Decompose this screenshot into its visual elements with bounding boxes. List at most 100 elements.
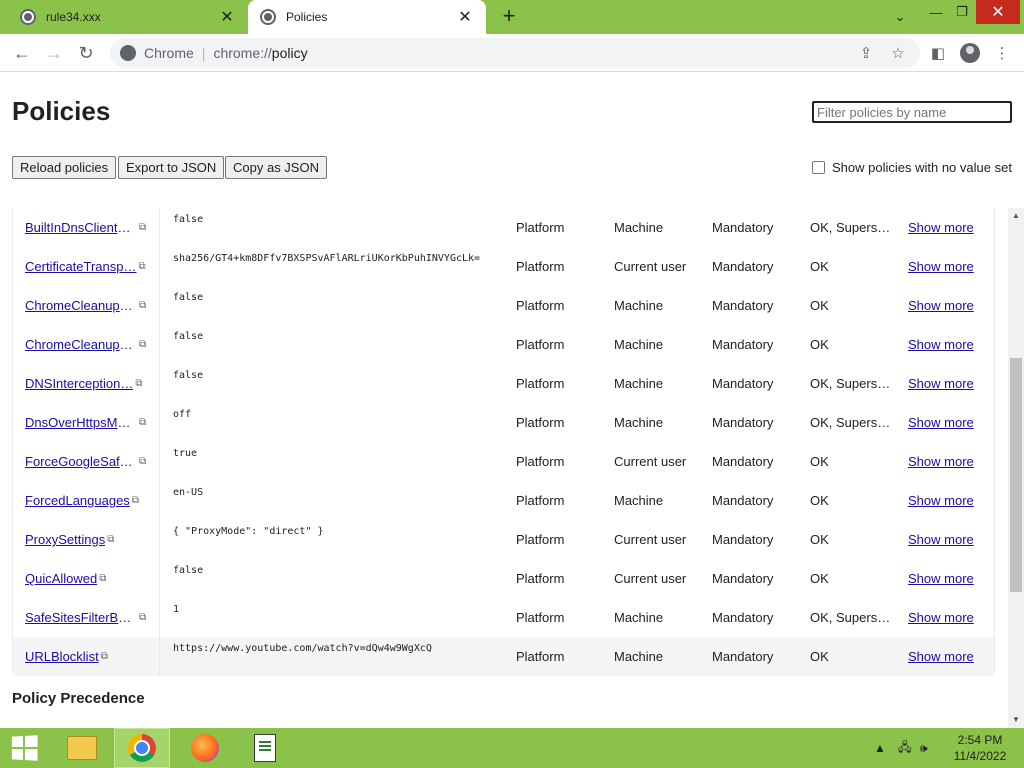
- policy-name-link[interactable]: CertificateTransp…: [25, 259, 137, 274]
- policy-status: OK: [810, 493, 829, 508]
- external-link-icon[interactable]: ⧉: [139, 222, 146, 233]
- share-icon[interactable]: ⇪: [854, 41, 878, 65]
- column-divider: [159, 364, 160, 403]
- globe-icon: [260, 9, 276, 25]
- show-more-link[interactable]: Show more: [908, 337, 974, 352]
- external-link-icon[interactable]: ⧉: [99, 573, 106, 584]
- new-tab-button[interactable]: +: [496, 5, 522, 29]
- policy-level: Mandatory: [712, 571, 774, 586]
- show-more-cell: Show more: [908, 598, 988, 637]
- policy-source: Platform: [516, 376, 565, 391]
- column-divider: [159, 247, 160, 286]
- external-link-icon[interactable]: ⧉: [139, 417, 146, 428]
- close-tab-icon[interactable]: ✕: [456, 7, 474, 27]
- policy-scope: Machine: [614, 493, 664, 508]
- external-link-icon[interactable]: ⧉: [107, 534, 114, 545]
- network-icon[interactable]: 🖧: [898, 728, 911, 768]
- taskbar-chrome[interactable]: [114, 728, 170, 768]
- show-more-link[interactable]: Show more: [908, 532, 974, 547]
- restore-button[interactable]: ❐: [948, 0, 976, 24]
- taskbar-clock[interactable]: 2:54 PM 11/4/2022: [944, 732, 1016, 764]
- policy-name-link[interactable]: ChromeCleanupR…: [25, 337, 137, 352]
- reload-policies-button[interactable]: Reload policies: [12, 156, 117, 179]
- policy-status: OK: [810, 259, 829, 274]
- policy-name-link[interactable]: SafeSitesFilterBe…: [25, 610, 137, 625]
- policy-name-link[interactable]: ForceGoogleSafe…: [25, 454, 137, 469]
- avatar-icon: [960, 43, 980, 63]
- forward-arrow-icon[interactable]: →: [42, 41, 66, 65]
- policy-source: Platform: [516, 610, 565, 625]
- start-button[interactable]: [0, 728, 48, 768]
- profile-avatar[interactable]: [958, 41, 982, 65]
- external-link-icon[interactable]: ⧉: [139, 339, 146, 350]
- taskbar-file-explorer[interactable]: [54, 728, 110, 768]
- external-link-icon[interactable]: ⧉: [139, 612, 146, 623]
- policy-level: Mandatory: [712, 532, 774, 547]
- external-link-icon[interactable]: ⧉: [101, 651, 108, 662]
- policy-name-link[interactable]: ProxySettings: [25, 532, 105, 547]
- side-panel-icon[interactable]: ◧: [926, 41, 950, 65]
- filter-policies-input[interactable]: [812, 101, 1012, 123]
- external-link-icon[interactable]: ⧉: [139, 261, 146, 272]
- bookmark-star-icon[interactable]: ☆: [886, 41, 910, 65]
- policy-value: 1: [173, 604, 180, 615]
- policy-name-link[interactable]: URLBlocklist: [25, 649, 99, 664]
- close-window-button[interactable]: ✕: [976, 0, 1020, 24]
- show-hidden-icons-chevron-icon[interactable]: ▲: [874, 728, 886, 768]
- external-link-icon[interactable]: ⧉: [135, 378, 142, 389]
- show-more-link[interactable]: Show more: [908, 454, 974, 469]
- back-arrow-icon[interactable]: ←: [10, 41, 34, 65]
- show-more-link[interactable]: Show more: [908, 415, 974, 430]
- page-title: Policies: [12, 96, 111, 126]
- policy-source: Platform: [516, 298, 565, 313]
- policy-name-cell: SafeSitesFilterBe… ⧉: [25, 598, 159, 637]
- chrome-icon: [128, 734, 156, 762]
- external-link-icon[interactable]: ⧉: [139, 456, 146, 467]
- show-more-link[interactable]: Show more: [908, 220, 974, 235]
- show-more-link[interactable]: Show more: [908, 376, 974, 391]
- policy-name-link[interactable]: DnsOverHttpsMo…: [25, 415, 137, 430]
- page-scrollbar[interactable]: ▲ ▼: [1008, 208, 1024, 728]
- policy-status: OK: [810, 298, 829, 313]
- scroll-down-arrow-icon[interactable]: ▼: [1008, 712, 1024, 728]
- scrollbar-thumb[interactable]: [1010, 358, 1022, 592]
- policy-source: Platform: [516, 259, 565, 274]
- taskbar-firefox[interactable]: [177, 728, 233, 768]
- policy-name-link[interactable]: DNSInterception…: [25, 376, 133, 391]
- show-more-cell: Show more: [908, 637, 988, 676]
- close-tab-icon[interactable]: ✕: [218, 7, 236, 27]
- column-divider: [159, 208, 160, 247]
- show-more-link[interactable]: Show more: [908, 298, 974, 313]
- policy-name-link[interactable]: QuicAllowed: [25, 571, 97, 586]
- policy-value: false: [173, 331, 204, 342]
- reload-icon[interactable]: ↻: [74, 41, 98, 65]
- external-link-icon[interactable]: ⧉: [139, 300, 146, 311]
- policy-precedence-heading: Policy Precedence: [12, 690, 145, 707]
- show-more-link[interactable]: Show more: [908, 610, 974, 625]
- tab-rule34[interactable]: rule34.xxx ✕: [8, 0, 248, 34]
- export-json-button[interactable]: Export to JSON: [118, 156, 225, 179]
- policy-name-link[interactable]: BuiltInDnsClientE…: [25, 220, 137, 235]
- copy-json-button[interactable]: Copy as JSON: [225, 156, 327, 179]
- taskbar-notepad-plus[interactable]: [237, 728, 293, 768]
- windows-logo-icon: [11, 735, 38, 761]
- show-more-cell: Show more: [908, 403, 988, 442]
- show-more-link[interactable]: Show more: [908, 493, 974, 508]
- show-no-value-checkbox[interactable]: [812, 161, 825, 174]
- tab-search-chevron-icon[interactable]: ⌄: [888, 5, 912, 29]
- external-link-icon[interactable]: ⧉: [132, 495, 139, 506]
- scroll-up-arrow-icon[interactable]: ▲: [1008, 208, 1024, 224]
- tab-policies[interactable]: Policies ✕: [248, 0, 486, 34]
- policy-name-link[interactable]: ForcedLanguages: [25, 493, 130, 508]
- table-row: BuiltInDnsClientE… ⧉ false Platform Machine M…: [13, 208, 994, 247]
- show-no-value-option[interactable]: Show policies with no value set: [812, 160, 1012, 175]
- show-more-link[interactable]: Show more: [908, 571, 974, 586]
- show-more-link[interactable]: Show more: [908, 259, 974, 274]
- show-more-link[interactable]: Show more: [908, 649, 974, 664]
- volume-icon[interactable]: 🕪: [920, 728, 928, 768]
- address-bar[interactable]: Chrome | chrome://policy ⇪ ☆: [110, 38, 920, 68]
- kebab-menu-icon[interactable]: ⋮: [990, 41, 1014, 65]
- clock-date: 11/4/2022: [953, 749, 1007, 763]
- show-more-cell: Show more: [908, 559, 988, 598]
- policy-name-link[interactable]: ChromeCleanupE…: [25, 298, 137, 313]
